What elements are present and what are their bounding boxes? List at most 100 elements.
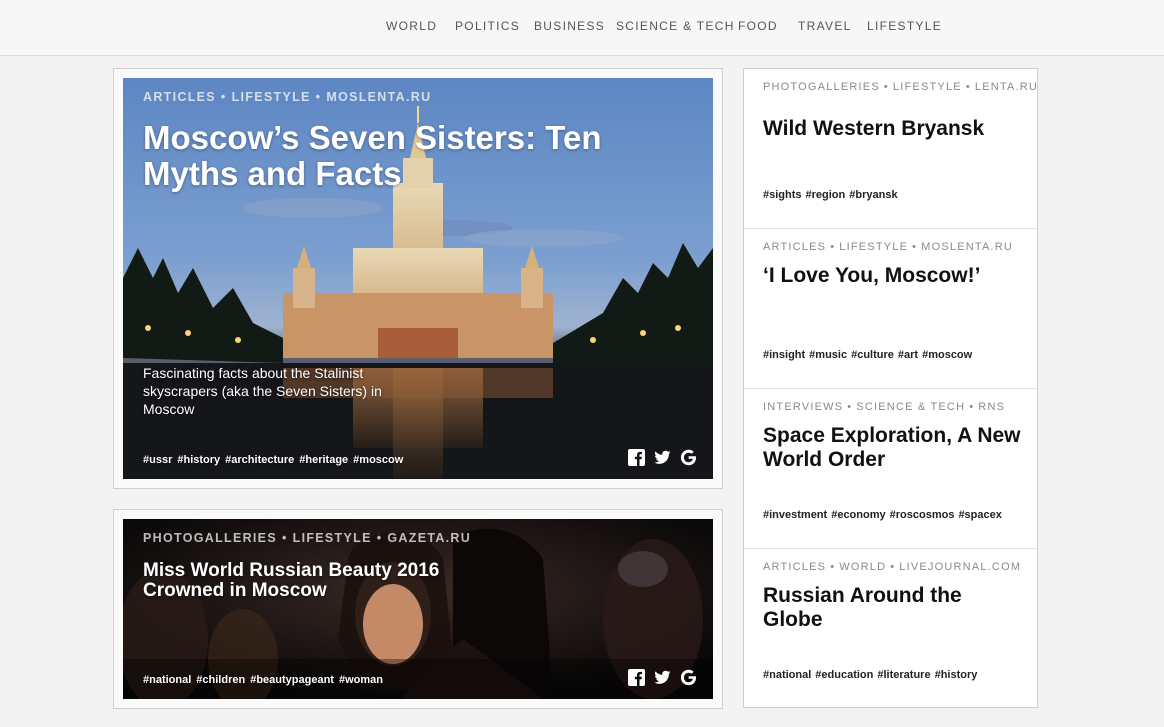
gallery-image-area[interactable]: PHOTOGALLERIES • LIFESTYLE • GAZETA.RU Miss … (123, 519, 713, 699)
sidebar-article-meta: ARTICLES • LIFESTYLE • MOSLENTA.RU (763, 241, 1013, 254)
sidebar-meta-section[interactable]: SCIENCE & TECH (856, 401, 965, 413)
gallery-meta-section[interactable]: LIFESTYLE (293, 531, 372, 545)
hero-meta-category[interactable]: ARTICLES (143, 90, 216, 104)
separator-dot: • (830, 241, 836, 253)
tag[interactable]: #spacex (958, 509, 1001, 521)
nav-item-science-tech[interactable]: SCIENCE & TECH (616, 19, 735, 33)
top-navigation: WORLD POLITICS BUSINESS SCIENCE & TECH F… (0, 0, 1164, 56)
nav-item-business[interactable]: BUSINESS (534, 19, 605, 33)
nav-item-travel[interactable]: TRAVEL (798, 19, 852, 33)
tag[interactable]: #history (935, 669, 978, 681)
sidebar-meta-section[interactable]: LIFESTYLE (893, 81, 962, 93)
gallery-image (123, 519, 713, 699)
gallery-title[interactable]: Miss World Russian Beauty 2016 Crowned i… (143, 561, 463, 601)
sidebar-article-tags: #national #education #literature #history (763, 669, 981, 681)
separator-dot: • (969, 401, 975, 413)
gallery-meta-category[interactable]: PHOTOGALLERIES (143, 531, 277, 545)
tag[interactable]: #culture (851, 349, 894, 361)
google-icon[interactable] (680, 669, 697, 686)
separator-dot: • (281, 531, 288, 545)
tag[interactable]: #literature (877, 669, 930, 681)
tag[interactable]: #national (763, 669, 811, 681)
gallery-tags: #national #children #beautypageant #woman (143, 674, 388, 686)
sidebar-article-title[interactable]: Space Exploration, A New World Order (763, 424, 1023, 472)
tag[interactable]: #beautypageant (250, 674, 334, 686)
separator-dot: • (220, 90, 227, 104)
sidebar-meta-category[interactable]: INTERVIEWS (763, 401, 843, 413)
tag[interactable]: #moscow (353, 454, 403, 466)
gallery-meta: PHOTOGALLERIES • LIFESTYLE • GAZETA.RU (143, 531, 471, 545)
hero-article-card[interactable]: ARTICLES • LIFESTYLE • MOSLENTA.RU Moscow’s … (113, 68, 723, 489)
sidebar-meta-section[interactable]: WORLD (839, 561, 886, 573)
hero-meta-source[interactable]: MOSLENTA.RU (326, 90, 431, 104)
nav-item-lifestyle[interactable]: LIFESTYLE (867, 19, 942, 33)
nav-item-world[interactable]: WORLD (386, 19, 437, 33)
sidebar-article-meta: INTERVIEWS • SCIENCE & TECH • RNS (763, 401, 1013, 414)
sidebar-meta-category[interactable]: ARTICLES (763, 241, 826, 253)
separator-dot: • (890, 561, 896, 573)
sidebar-meta-source[interactable]: MOSLENTA.RU (921, 241, 1013, 253)
tag[interactable]: #architecture (225, 454, 294, 466)
twitter-icon[interactable] (654, 449, 671, 466)
tag[interactable]: #music (809, 349, 847, 361)
separator-dot: • (883, 81, 889, 93)
facebook-icon[interactable] (628, 449, 645, 466)
tag[interactable]: #insight (763, 349, 805, 361)
sidebar-meta-source[interactable]: RNS (978, 401, 1005, 413)
tag[interactable]: #region (806, 189, 846, 201)
tag[interactable]: #bryansk (849, 189, 897, 201)
tag[interactable]: #education (815, 669, 873, 681)
tag[interactable]: #investment (763, 509, 827, 521)
sidebar-article-meta: ARTICLES • WORLD • LIVEJOURNAL.COM (763, 561, 1020, 574)
tag[interactable]: #heritage (299, 454, 348, 466)
gallery-article-card[interactable]: PHOTOGALLERIES • LIFESTYLE • GAZETA.RU Miss … (113, 509, 723, 709)
sidebar-article-title[interactable]: ‘I Love You, Moscow!’ (763, 264, 1023, 288)
tag[interactable]: #roscosmos (890, 509, 955, 521)
sidebar-article-card[interactable]: ARTICLES • LIFESTYLE • MOSLENTA.RU ‘I Love Y… (744, 229, 1037, 389)
tag[interactable]: #children (196, 674, 245, 686)
sidebar-article-card[interactable]: PHOTOGALLERIES • LIFESTYLE • LENTA.RU Wild W… (744, 69, 1037, 229)
sidebar-meta-source[interactable]: LENTA.RU (975, 81, 1038, 93)
sidebar-article-title[interactable]: Wild Western Bryansk (763, 117, 1023, 141)
sidebar-article-title[interactable]: Russian Around the Globe (763, 584, 1023, 632)
sidebar-article-tags: #investment #economy #roscosmos #spacex (763, 509, 1006, 521)
facebook-icon[interactable] (628, 669, 645, 686)
sidebar-meta-category[interactable]: PHOTOGALLERIES (763, 81, 880, 93)
hero-description: Fascinating facts about the Stalinist sk… (143, 365, 382, 417)
separator-dot: • (376, 531, 383, 545)
sidebar-article-meta: PHOTOGALLERIES • LIFESTYLE • LENTA.RU (763, 81, 1037, 94)
hero-tags: #ussr #history #architecture #heritage #mosc… (143, 454, 408, 466)
sidebar-article-tags: #sights #region #bryansk (763, 189, 902, 201)
sidebar-meta-section[interactable]: LIFESTYLE (839, 241, 908, 253)
sidebar-article-card[interactable]: INTERVIEWS • SCIENCE & TECH • RNS Space Expl… (744, 389, 1037, 549)
nav-item-food[interactable]: FOOD (738, 19, 778, 33)
tag[interactable]: #moscow (922, 349, 972, 361)
google-icon[interactable] (680, 449, 697, 466)
hero-share-buttons (628, 449, 697, 466)
tag[interactable]: #economy (831, 509, 885, 521)
separator-dot: • (965, 81, 971, 93)
sidebar-article-list: PHOTOGALLERIES • LIFESTYLE • LENTA.RU Wild W… (743, 68, 1038, 708)
sidebar-article-card[interactable]: ARTICLES • WORLD • LIVEJOURNAL.COM Russian A… (744, 549, 1037, 709)
separator-dot: • (315, 90, 322, 104)
gallery-meta-source[interactable]: GAZETA.RU (387, 531, 471, 545)
tag[interactable]: #woman (339, 674, 383, 686)
tag[interactable]: #national (143, 674, 191, 686)
hero-meta: ARTICLES • LIFESTYLE • MOSLENTA.RU (143, 90, 431, 104)
twitter-icon[interactable] (654, 669, 671, 686)
tag[interactable]: #sights (763, 189, 802, 201)
separator-dot: • (847, 401, 853, 413)
nav-item-politics[interactable]: POLITICS (455, 19, 520, 33)
hero-image-area[interactable]: ARTICLES • LIFESTYLE • MOSLENTA.RU Moscow’s … (123, 78, 713, 479)
hero-title[interactable]: Moscow’s Seven Sisters: Ten Myths and Fa… (143, 120, 703, 192)
tag[interactable]: #ussr (143, 454, 172, 466)
separator-dot: • (830, 561, 836, 573)
sidebar-article-tags: #insight #music #culture #art #moscow (763, 349, 976, 361)
tag[interactable]: #history (177, 454, 220, 466)
separator-dot: • (912, 241, 918, 253)
tag[interactable]: #art (898, 349, 918, 361)
sidebar-meta-source[interactable]: LIVEJOURNAL.COM (899, 561, 1021, 573)
gallery-share-buttons (628, 669, 697, 686)
hero-meta-section[interactable]: LIFESTYLE (232, 90, 311, 104)
sidebar-meta-category[interactable]: ARTICLES (763, 561, 826, 573)
